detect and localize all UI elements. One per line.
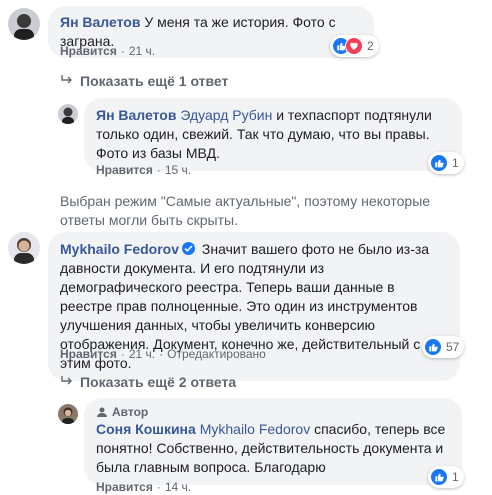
comment-author[interactable]: Ян Валетов [96,107,176,123]
separator: · [159,347,164,361]
avatar-image [58,104,78,124]
separator: · [156,480,161,494]
separator: · [156,163,161,177]
reply-bubble: Автор Соня Кошкина Mykhailo Fedorov спас… [84,398,462,485]
comment-author[interactable]: Соня Кошкина [96,421,196,437]
comment-actions: Нравится · 21 ч. · Отредактировано [60,346,266,362]
comment-actions: Нравится · 14 ч. [96,479,191,495]
avatar-sonya-koshkina[interactable] [58,404,78,424]
comment-author[interactable]: Ян Валетов [60,14,140,30]
reaction-count: 2 [367,39,374,53]
separator: · [120,44,125,58]
avatar-yan-valetov[interactable] [58,104,78,124]
reaction-summary[interactable]: 57 [422,336,465,358]
avatar-image [8,232,40,264]
reply-bubble: Ян Валетов Эдуард Рубин и техпаспорт под… [84,98,462,171]
show-more-label: Показать ещё 2 ответа [80,374,237,390]
show-more-replies-button[interactable]: Показать ещё 2 ответа [60,373,236,391]
like-link[interactable]: Нравится [96,480,153,494]
reaction-summary[interactable]: 2 [330,35,379,57]
avatar-image [58,404,78,424]
mention-link[interactable]: Mykhailo Fedorov [200,421,311,437]
reaction-summary[interactable]: 1 [428,152,464,174]
love-icon [345,37,363,55]
reaction-count: 1 [452,156,459,170]
show-more-replies-button[interactable]: Показать ещё 1 ответ [60,72,228,90]
timestamp[interactable]: 21 ч. [129,44,155,58]
like-icon [430,154,448,172]
reaction-count: 57 [446,340,460,354]
comment-actions: Нравится · 15 ч. [96,162,191,178]
verified-icon [182,242,196,255]
like-link[interactable]: Нравится [60,347,117,361]
reply-arrow-icon [60,373,76,391]
like-link[interactable]: Нравится [96,163,153,177]
author-badge-label: Автор [112,405,149,419]
timestamp[interactable]: 14 ч. [165,480,191,494]
like-icon [424,338,442,356]
comment-actions: Нравится · 21 ч. [60,43,155,59]
reaction-summary[interactable]: 1 [428,466,464,488]
timestamp[interactable]: 15 ч. [165,163,191,177]
avatar-yan-valetov[interactable] [8,8,40,40]
separator: · [120,347,125,361]
timestamp[interactable]: 21 ч. [129,347,155,361]
filter-notice: Выбран режим "Самые актуальные", поэтому… [60,193,431,228]
avatar-mykhailo-fedorov[interactable] [8,232,40,264]
mention-link[interactable]: Эдуард Рубин [180,107,272,123]
show-more-label: Показать ещё 1 ответ [80,73,229,89]
reply-arrow-icon [60,72,76,90]
comment-author[interactable]: Mykhailo Fedorov [60,241,179,257]
author-badge-icon [97,407,107,417]
avatar-image [8,8,40,40]
like-icon [430,468,448,486]
author-badge: Автор [96,404,450,420]
edited-label: Отредактировано [167,347,266,361]
like-link[interactable]: Нравится [60,44,117,58]
reaction-count: 1 [452,470,459,484]
